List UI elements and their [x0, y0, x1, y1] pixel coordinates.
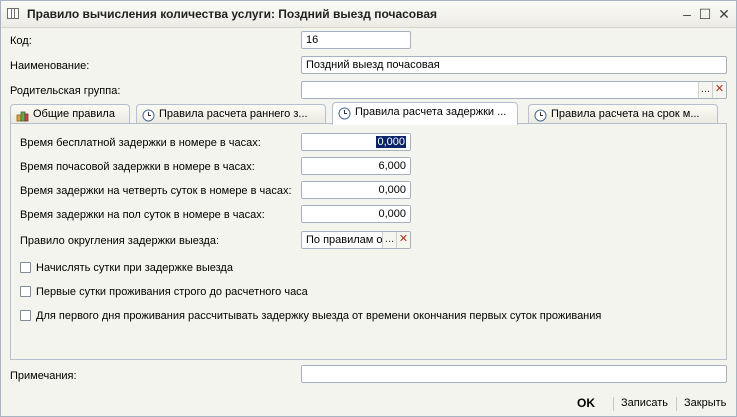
- first-day-before-checkout-checkbox[interactable]: Первые сутки проживания строго до расчет…: [20, 286, 308, 298]
- maximize-button[interactable]: ☐: [696, 5, 714, 23]
- quarter-day-delay-field[interactable]: 0,000: [301, 181, 411, 199]
- first-day-delay-from-end-checkbox[interactable]: Для первого дня проживания рассчитывать …: [20, 310, 601, 322]
- notes-label: Примечания:: [10, 370, 77, 382]
- notes-field[interactable]: [301, 365, 727, 383]
- tab-label: Общие правила: [33, 108, 115, 120]
- free-delay-label: Время бесплатной задержки в номере в час…: [20, 137, 261, 149]
- checkbox-box[interactable]: [20, 262, 31, 273]
- code-field[interactable]: 16: [301, 31, 411, 49]
- ok-button[interactable]: OK: [577, 396, 595, 410]
- rounding-rule-field[interactable]: По правилам о ... ✕: [301, 231, 411, 249]
- charge-day-on-delay-checkbox[interactable]: Начислять сутки при задержке выезда: [20, 262, 233, 274]
- tab-panel-late-checkout: Время бесплатной задержки в номере в час…: [10, 123, 727, 360]
- title-bar[interactable]: Правило вычисления количества услуги: По…: [1, 1, 736, 28]
- tab-general-rules[interactable]: Общие правила: [10, 104, 130, 125]
- hourly-delay-label: Время почасовой задержки в номере в часа…: [20, 161, 255, 173]
- parent-group-field[interactable]: ... ✕: [301, 81, 727, 99]
- half-day-delay-field[interactable]: 0,000: [301, 205, 411, 223]
- rounding-rule-value: По правилам о: [306, 234, 383, 246]
- button-separator: [613, 397, 614, 411]
- close-button[interactable]: Закрыть: [684, 397, 726, 409]
- checkbox-label: Первые сутки проживания строго до расчет…: [36, 286, 308, 298]
- checkbox-label: Для первого дня проживания рассчитывать …: [36, 310, 602, 322]
- rounding-rule-label: Правило округления задержки выезда:: [20, 235, 220, 247]
- checkbox-box[interactable]: [20, 310, 31, 321]
- rounding-rule-clear-icon[interactable]: ✕: [396, 232, 410, 248]
- quarter-day-delay-label: Время задержки на четверть суток в номер…: [20, 185, 292, 197]
- clock-icon: [534, 109, 547, 122]
- parent-group-clear-icon[interactable]: ✕: [712, 82, 726, 98]
- tab-early-checkin-rules[interactable]: Правила расчета раннего з...: [136, 104, 326, 125]
- minimize-button[interactable]: –: [678, 5, 696, 23]
- tab-late-checkout-rules[interactable]: Правила расчета задержки ...: [332, 102, 518, 125]
- save-button[interactable]: Записать: [621, 397, 668, 409]
- rules-icon: [16, 111, 29, 122]
- parent-group-label: Родительская группа:: [10, 85, 121, 97]
- dialog-window: Правило вычисления количества услуги: По…: [0, 0, 737, 417]
- parent-group-select-button[interactable]: ...: [698, 82, 712, 98]
- tab-label: Правила расчета раннего з...: [159, 108, 308, 120]
- tab-label: Правила расчета задержки ...: [355, 106, 507, 118]
- hourly-delay-field[interactable]: 6,000: [301, 157, 411, 175]
- free-delay-field[interactable]: 0,000: [301, 133, 411, 151]
- window-title: Правило вычисления количества услуги: По…: [27, 7, 438, 21]
- half-day-delay-label: Время задержки на пол суток в номере в ч…: [20, 209, 265, 221]
- checkbox-box[interactable]: [20, 286, 31, 297]
- checkbox-label: Начислять сутки при задержке выезда: [36, 262, 233, 274]
- tab-term-rules[interactable]: Правила расчета на срок м...: [528, 104, 718, 125]
- code-label: Код:: [10, 35, 32, 47]
- tab-bar: Общие правила Правила расчета раннего з.…: [10, 102, 728, 125]
- button-separator: [676, 397, 677, 411]
- name-field[interactable]: Поздний выезд почасовая: [301, 56, 727, 74]
- name-label: Наименование:: [10, 60, 90, 72]
- tab-label: Правила расчета на срок м...: [551, 108, 700, 120]
- free-delay-value: 0,000: [376, 136, 406, 148]
- form-icon: [7, 8, 19, 19]
- clock-icon: [338, 107, 351, 120]
- rounding-rule-select-button[interactable]: ...: [382, 232, 396, 248]
- clock-icon: [142, 109, 155, 122]
- dialog-button-bar: OK Записать Закрыть: [1, 390, 736, 417]
- close-window-button[interactable]: ✕: [715, 5, 733, 23]
